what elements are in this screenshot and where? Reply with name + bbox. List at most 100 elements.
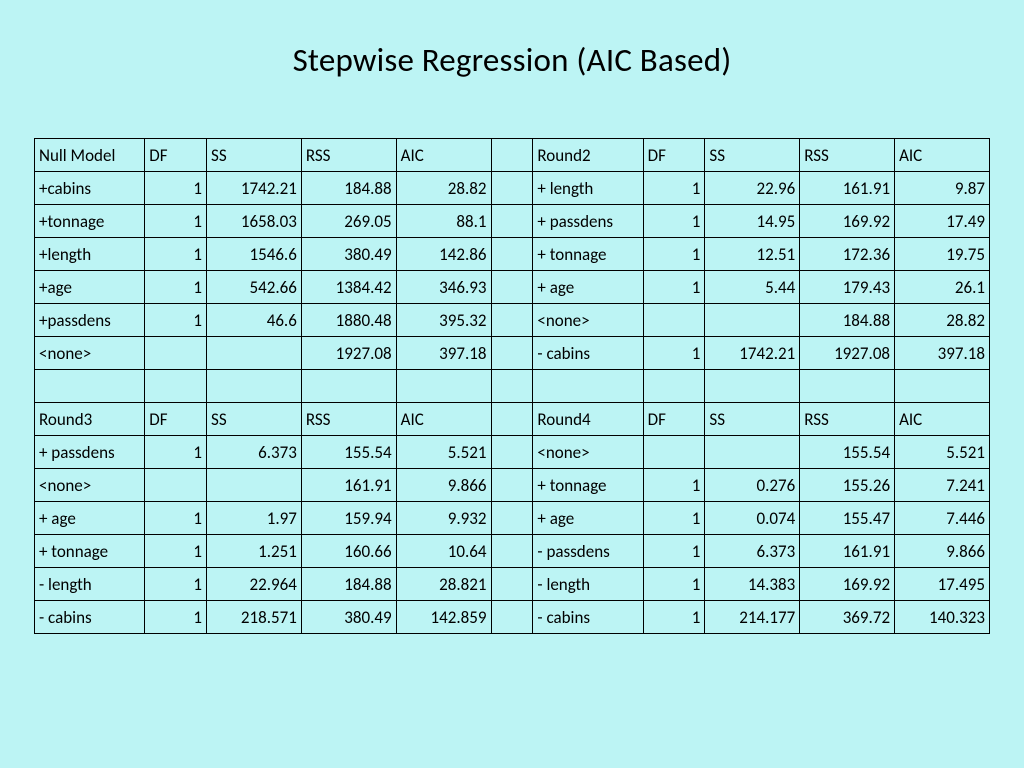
term-cell: <none>: [533, 304, 643, 337]
aic-cell: 10.64: [396, 535, 491, 568]
ss-cell: 1546.6: [207, 238, 302, 271]
term-cell: +age: [35, 271, 145, 304]
rss-cell: 155.47: [800, 502, 895, 535]
df-cell: 1: [145, 304, 207, 337]
ss-cell: 1742.21: [207, 172, 302, 205]
empty-cell: [643, 370, 705, 403]
col-header: RSS: [301, 139, 396, 172]
df-cell: 1: [145, 238, 207, 271]
col-header: SS: [705, 139, 800, 172]
term-cell: <none>: [35, 337, 145, 370]
aic-cell: 26.1: [895, 271, 990, 304]
df-cell: 1: [643, 172, 705, 205]
aic-cell: 9.87: [895, 172, 990, 205]
term-cell: +cabins: [35, 172, 145, 205]
round-header-left: Round3: [35, 403, 145, 436]
term-cell: - length: [35, 568, 145, 601]
gap-cell: [491, 601, 533, 634]
term-cell: + passdens: [35, 436, 145, 469]
col-header: AIC: [895, 139, 990, 172]
empty-cell: [491, 370, 533, 403]
aic-cell: 28.82: [396, 172, 491, 205]
regression-table: Null ModelDFSSRSSAICRound2DFSSRSSAIC+cab…: [34, 138, 990, 634]
rss-cell: 172.36: [800, 238, 895, 271]
ss-cell: 6.373: [207, 436, 302, 469]
table-row: +cabins11742.21184.8828.82+ length122.96…: [35, 172, 990, 205]
df-cell: 1: [145, 205, 207, 238]
gap-cell: [491, 304, 533, 337]
gap-cell: [491, 403, 533, 436]
slide: Stepwise Regression (AIC Based) Null Mod…: [0, 0, 1024, 768]
aic-cell: 9.932: [396, 502, 491, 535]
gap-cell: [491, 535, 533, 568]
ss-cell: 14.95: [705, 205, 800, 238]
rss-cell: 184.88: [301, 568, 396, 601]
ss-cell: [705, 304, 800, 337]
term-cell: - cabins: [35, 601, 145, 634]
aic-cell: 5.521: [396, 436, 491, 469]
rss-cell: 184.88: [301, 172, 396, 205]
df-cell: 1: [643, 205, 705, 238]
aic-cell: 88.1: [396, 205, 491, 238]
rss-cell: 169.92: [800, 205, 895, 238]
term-cell: <none>: [35, 469, 145, 502]
rss-cell: 155.54: [800, 436, 895, 469]
df-cell: 1: [145, 502, 207, 535]
table-row: <none>1927.08397.18- cabins11742.211927.…: [35, 337, 990, 370]
col-header: RSS: [800, 403, 895, 436]
ss-cell: [207, 469, 302, 502]
term-cell: + length: [533, 172, 643, 205]
round-header-right: Round2: [533, 139, 643, 172]
aic-cell: 19.75: [895, 238, 990, 271]
table-row: +passdens146.61880.48395.32<none>184.882…: [35, 304, 990, 337]
aic-cell: 395.32: [396, 304, 491, 337]
col-header: SS: [207, 139, 302, 172]
aic-cell: 9.866: [895, 535, 990, 568]
term-cell: - length: [533, 568, 643, 601]
term-cell: +passdens: [35, 304, 145, 337]
empty-cell: [533, 370, 643, 403]
round-header-right: Round4: [533, 403, 643, 436]
term-cell: + age: [35, 502, 145, 535]
term-cell: + tonnage: [533, 238, 643, 271]
rss-cell: 159.94: [301, 502, 396, 535]
aic-cell: 7.241: [895, 469, 990, 502]
col-header: DF: [643, 403, 705, 436]
df-cell: [643, 304, 705, 337]
aic-cell: 9.866: [396, 469, 491, 502]
ss-cell: 1.97: [207, 502, 302, 535]
term-cell: - passdens: [533, 535, 643, 568]
aic-cell: 17.49: [895, 205, 990, 238]
gap-cell: [491, 238, 533, 271]
term-cell: - cabins: [533, 601, 643, 634]
ss-cell: 14.383: [705, 568, 800, 601]
df-cell: 1: [643, 337, 705, 370]
col-header: SS: [705, 403, 800, 436]
table-row: <none>161.919.866+ tonnage10.276155.267.…: [35, 469, 990, 502]
ss-cell: [705, 436, 800, 469]
ss-cell: 22.964: [207, 568, 302, 601]
empty-cell: [705, 370, 800, 403]
rss-cell: 155.26: [800, 469, 895, 502]
table-header-row: Round3DFSSRSSAICRound4DFSSRSSAIC: [35, 403, 990, 436]
ss-cell: 0.276: [705, 469, 800, 502]
ss-cell: 218.571: [207, 601, 302, 634]
gap-cell: [491, 502, 533, 535]
ss-cell: 1742.21: [705, 337, 800, 370]
term-cell: + passdens: [533, 205, 643, 238]
ss-cell: 22.96: [705, 172, 800, 205]
ss-cell: 5.44: [705, 271, 800, 304]
ss-cell: 1.251: [207, 535, 302, 568]
rss-cell: 269.05: [301, 205, 396, 238]
rss-cell: 179.43: [800, 271, 895, 304]
term-cell: + age: [533, 271, 643, 304]
empty-cell: [800, 370, 895, 403]
empty-cell: [207, 370, 302, 403]
aic-cell: 17.495: [895, 568, 990, 601]
df-cell: [145, 337, 207, 370]
table-row: - length122.964184.8828.821- length114.3…: [35, 568, 990, 601]
df-cell: 1: [643, 535, 705, 568]
rss-cell: 169.92: [800, 568, 895, 601]
table-row: + passdens16.373155.545.521<none>155.545…: [35, 436, 990, 469]
df-cell: [145, 469, 207, 502]
